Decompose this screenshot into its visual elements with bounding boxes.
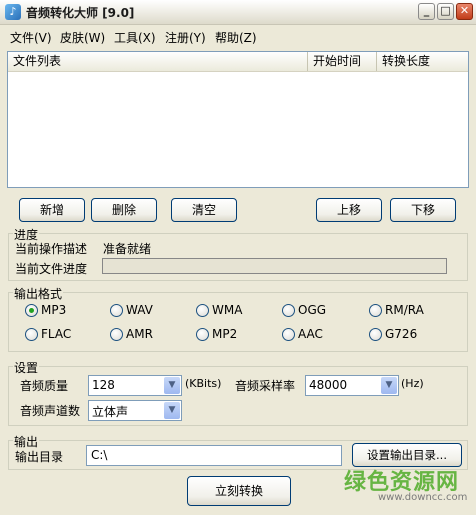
close-button[interactable]: ✕	[456, 3, 473, 20]
output-dir-field[interactable]: C:\	[86, 445, 342, 466]
operation-status: 准备就绪	[103, 242, 152, 256]
menu-register[interactable]: 注册(Y)	[165, 29, 206, 46]
move-up-button[interactable]: 上移	[316, 198, 382, 222]
radio-flac[interactable]	[25, 328, 38, 341]
radio-aac-label[interactable]: AAC	[298, 327, 323, 341]
channels-select-value: 立体声	[92, 405, 129, 419]
output-dir-value: C:\	[91, 448, 108, 462]
watermark-url: www.downcc.com	[378, 492, 468, 503]
menu-tools[interactable]: 工具(X)	[114, 29, 156, 46]
radio-mp3-label[interactable]: MP3	[41, 303, 66, 317]
file-progress-label: 当前文件进度	[15, 262, 88, 276]
sample-rate-unit: (Hz)	[401, 377, 424, 390]
output-dir-label: 输出目录	[15, 450, 64, 464]
radio-amr[interactable]	[110, 328, 123, 341]
radio-rmra-label[interactable]: RM/RA	[385, 303, 424, 317]
minimize-button[interactable]: _	[418, 3, 435, 20]
quality-unit: (KBits)	[185, 377, 222, 390]
column-convert-length[interactable]: 转换长度	[377, 52, 468, 71]
window-title: 音频转化大师 [9.0]	[26, 6, 135, 20]
file-list[interactable]: 文件列表 开始时间 转换长度	[7, 51, 469, 188]
chevron-down-icon[interactable]: ▼	[381, 377, 397, 394]
radio-wav[interactable]	[110, 304, 123, 317]
radio-wma[interactable]	[196, 304, 209, 317]
move-down-button[interactable]: 下移	[390, 198, 456, 222]
settings-caption: 设置	[13, 359, 40, 376]
radio-ogg[interactable]	[282, 304, 295, 317]
sample-rate-label: 音频采样率	[235, 379, 296, 393]
radio-mp2[interactable]	[196, 328, 209, 341]
column-start-time[interactable]: 开始时间	[308, 52, 377, 71]
add-button[interactable]: 新增	[19, 198, 85, 222]
quality-label: 音频质量	[20, 379, 69, 393]
quality-select[interactable]: 128 ▼	[88, 375, 182, 396]
music-note-icon[interactable]: ♪	[5, 4, 21, 20]
column-file-list[interactable]: 文件列表	[8, 52, 308, 71]
menu-skin[interactable]: 皮肤(W)	[60, 29, 105, 46]
radio-flac-label[interactable]: FLAC	[41, 327, 71, 341]
file-progress-bar	[102, 258, 447, 274]
radio-g726[interactable]	[369, 328, 382, 341]
radio-wma-label[interactable]: WMA	[212, 303, 242, 317]
output-format-caption: 输出格式	[13, 285, 64, 302]
menu-help[interactable]: 帮助(Z)	[215, 29, 257, 46]
radio-amr-label[interactable]: AMR	[126, 327, 153, 341]
maximize-button[interactable]: □	[437, 3, 454, 20]
quality-select-value: 128	[92, 378, 115, 392]
output-format-group	[8, 292, 468, 352]
sample-rate-select-value: 48000	[309, 378, 348, 392]
convert-now-button[interactable]: 立刻转换	[187, 476, 291, 506]
radio-mp3[interactable]	[25, 304, 38, 317]
delete-button[interactable]: 删除	[91, 198, 157, 222]
file-list-header: 文件列表 开始时间 转换长度	[8, 52, 468, 72]
chevron-down-icon[interactable]: ▼	[164, 402, 180, 419]
sample-rate-select[interactable]: 48000 ▼	[305, 375, 399, 396]
clear-button[interactable]: 清空	[171, 198, 237, 222]
radio-wav-label[interactable]: WAV	[126, 303, 153, 317]
radio-g726-label[interactable]: G726	[385, 327, 417, 341]
operation-label: 当前操作描述	[15, 242, 88, 256]
chevron-down-icon[interactable]: ▼	[164, 377, 180, 394]
radio-aac[interactable]	[282, 328, 295, 341]
radio-ogg-label[interactable]: OGG	[298, 303, 326, 317]
radio-rmra[interactable]	[369, 304, 382, 317]
channels-label: 音频声道数	[20, 404, 81, 418]
menu-file[interactable]: 文件(V)	[10, 29, 52, 46]
radio-mp2-label[interactable]: MP2	[212, 327, 237, 341]
channels-select[interactable]: 立体声 ▼	[88, 400, 182, 421]
